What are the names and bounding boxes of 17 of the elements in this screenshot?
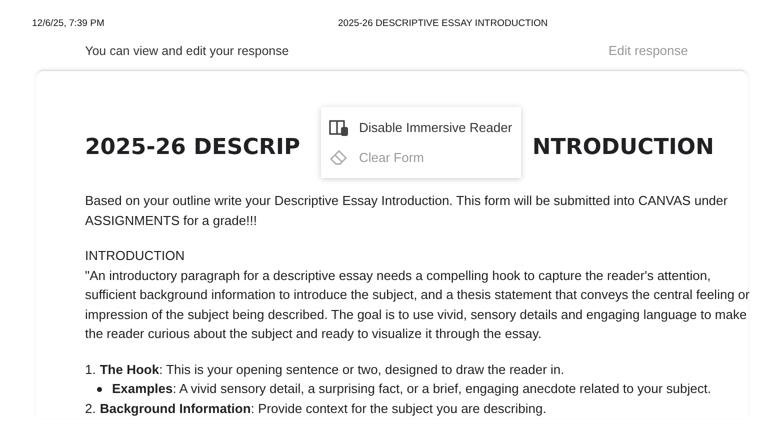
reader-icon (329, 118, 351, 137)
response-message: You can view and edit your response (85, 42, 289, 60)
section-heading: INTRODUCTION (85, 247, 186, 265)
bullet-icon (97, 387, 102, 392)
form-title: NTRODUCTION (532, 137, 714, 159)
form-title: 2025-26 DESCRIP (85, 137, 300, 159)
menu-item[interactable]: Disable Immersive Reader (321, 113, 521, 142)
description-text: Based on your outline write your Descriptive Essay Introduction. This form will be submitted into CANVAS under ASSIGNMENTS for a grade!!! (85, 192, 729, 230)
list-number: 2. (85, 400, 96, 418)
print-title: 2025-26 DESCRIPTIVE ESSAY INTRODUCTION (338, 17, 548, 31)
list-text: Background Information: Provide context for the subject you are describing. (100, 400, 546, 418)
list-number: 1. (85, 360, 96, 378)
edit-response-link[interactable]: Edit response (608, 41, 688, 61)
description-text: "An introductory paragraph for a descriptive essay needs a compelling hook to capture the reader's attention, sufficient background information to introduce the subject, and a thesis statement that conveys the central feeling or impression of the subject being described. The goal is to use vivid, sensory details and engaging language to make the reader curious about the subject and ready to visualize it through the essay. (85, 266, 751, 343)
list-text: The Hook: This is your opening sentence or two, designed to draw the reader in. (100, 360, 564, 379)
list-text: Examples: A vivid sensory detail, a surprising fact, or a brief, engaging anecdote related to your subject. (112, 380, 712, 398)
print-date: 12/6/25, 7:39 PM (32, 18, 104, 29)
